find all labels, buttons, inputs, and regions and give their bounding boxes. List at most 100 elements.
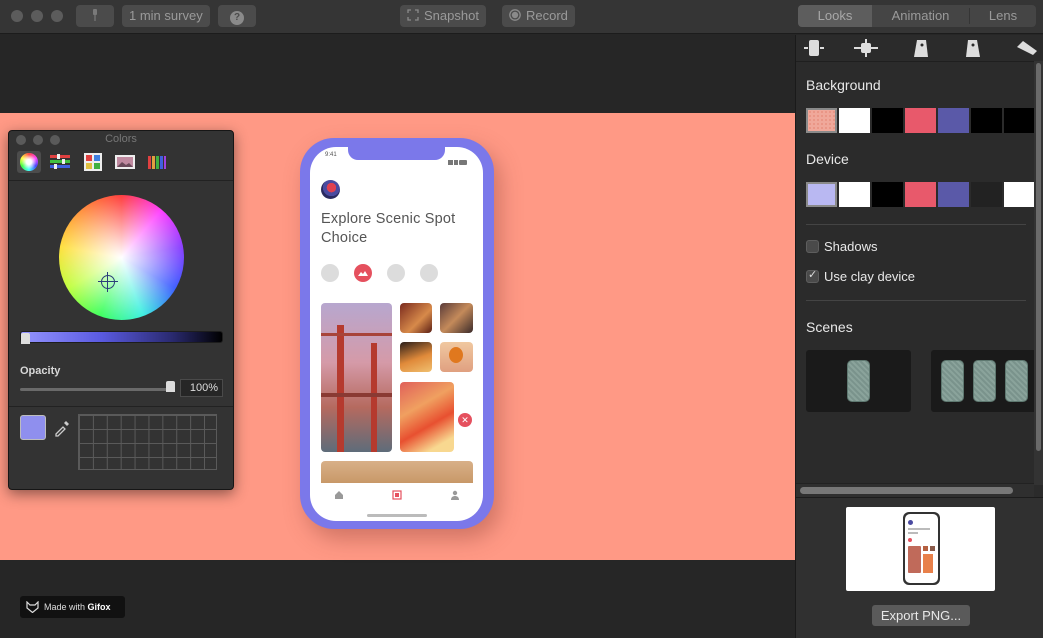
horizontal-scrollbar-thumb[interactable] xyxy=(800,487,1013,494)
vertical-scrollbar[interactable] xyxy=(1034,61,1043,485)
close-icon[interactable]: ✕ xyxy=(458,413,472,427)
icon-tabs-divider xyxy=(796,61,1034,62)
app-title: Explore Scenic Spot Choice xyxy=(321,210,471,248)
background-swatch[interactable] xyxy=(806,108,837,133)
home-indicator xyxy=(367,514,427,517)
clay-device-checkbox[interactable] xyxy=(806,268,819,283)
gallery-icon xyxy=(392,490,402,500)
current-color-swatch[interactable] xyxy=(20,415,46,440)
abstract-photo xyxy=(400,382,454,452)
background-swatch[interactable] xyxy=(905,108,936,133)
panel-divider xyxy=(806,300,1026,301)
export-preview-image xyxy=(846,507,995,591)
app-title-line1: Explore Scenic Spot xyxy=(321,211,456,227)
background-swatch[interactable] xyxy=(872,108,903,133)
app-title-line2: Choice xyxy=(321,230,368,246)
color-wheel-tab[interactable] xyxy=(17,151,41,173)
device-center-icon[interactable] xyxy=(851,37,881,59)
color-wheel-icon xyxy=(20,153,38,171)
background-swatch[interactable] xyxy=(839,108,870,133)
color-palettes-tab[interactable] xyxy=(81,151,105,173)
landscape-icon xyxy=(354,264,372,282)
device-front-icon[interactable] xyxy=(799,37,829,59)
scenes-heading: Scenes xyxy=(806,319,853,335)
eyedropper-icon[interactable] xyxy=(53,419,71,437)
shadows-checkbox[interactable] xyxy=(806,240,819,253)
scene-three-devices[interactable] xyxy=(931,350,1034,412)
color-wheel[interactable] xyxy=(59,195,184,320)
image-palettes-tab[interactable] xyxy=(113,151,137,173)
close-window-button[interactable] xyxy=(11,10,23,22)
phone-notch xyxy=(348,147,445,160)
scene-single-device[interactable] xyxy=(806,350,911,412)
zoom-window-button[interactable] xyxy=(51,10,63,22)
scene-device-thumb xyxy=(973,360,996,402)
snapshot-label: Snapshot xyxy=(424,8,479,23)
device-swatch[interactable] xyxy=(872,182,903,207)
mode-segmented-control: Looks Animation Lens xyxy=(798,5,1036,27)
device-swatch[interactable] xyxy=(905,182,936,207)
crayons-icon xyxy=(148,156,166,169)
color-sliders-icon xyxy=(50,154,70,169)
device-flat-icon[interactable] xyxy=(1011,37,1041,59)
main-toolbar: 1 min survey ? Snapshot Record Looks Ani… xyxy=(0,0,1043,34)
chart-icon xyxy=(387,264,405,282)
made-with-label: Made with xyxy=(44,602,88,612)
color-crosshair[interactable] xyxy=(98,272,118,292)
panel-divider xyxy=(806,224,1026,225)
snapshot-icon xyxy=(407,9,419,21)
opacity-label: Opacity xyxy=(20,365,61,377)
colors-close-button[interactable] xyxy=(16,135,26,145)
record-button[interactable]: Record xyxy=(502,5,575,27)
home-icon xyxy=(335,491,343,499)
canyon-photo xyxy=(400,303,432,333)
device-swatch[interactable] xyxy=(971,182,1002,207)
survey-button[interactable]: 1 min survey xyxy=(122,5,210,27)
background-swatch[interactable] xyxy=(971,108,1002,133)
export-preview-area: Export PNG... xyxy=(796,497,1043,638)
gifox-brand: Gifox xyxy=(87,602,111,612)
device-swatch[interactable] xyxy=(938,182,969,207)
saved-color-swatches[interactable] xyxy=(78,414,217,470)
image-palettes-icon xyxy=(115,155,135,169)
opacity-slider-knob[interactable] xyxy=(166,381,175,392)
snapshot-button[interactable]: Snapshot xyxy=(400,5,486,27)
clay-phone-device: 9:41 Explore Scenic Spot Choice ✕ xyxy=(300,138,494,529)
device-tilt-left-icon[interactable] xyxy=(906,37,936,59)
device-swatch[interactable] xyxy=(839,182,870,207)
horizontal-scrollbar[interactable] xyxy=(796,483,1034,497)
device-tilt-right-icon[interactable] xyxy=(959,37,989,59)
balloon-photo xyxy=(440,342,473,372)
crayons-tab[interactable] xyxy=(145,151,169,173)
colors-zoom-button[interactable] xyxy=(50,135,60,145)
opacity-value-field[interactable]: 100% xyxy=(180,379,223,397)
color-sliders-tab[interactable] xyxy=(48,151,72,173)
brightness-slider-knob[interactable] xyxy=(21,333,30,344)
tab-looks[interactable]: Looks xyxy=(798,5,872,27)
colors-panel-divider xyxy=(9,180,233,181)
clay-device-label: Use clay device xyxy=(824,269,916,284)
device-swatch[interactable] xyxy=(806,182,837,207)
minimize-window-button[interactable] xyxy=(31,10,43,22)
colors-minimize-button[interactable] xyxy=(33,135,43,145)
sunset-photo xyxy=(400,342,432,372)
tab-animation[interactable]: Animation xyxy=(872,5,969,27)
opacity-slider[interactable] xyxy=(20,388,170,391)
help-icon: ? xyxy=(230,11,244,25)
color-palettes-icon xyxy=(84,153,102,171)
help-button[interactable]: ? xyxy=(218,5,256,27)
shadows-label: Shadows xyxy=(824,239,878,254)
pin-button[interactable] xyxy=(76,5,114,27)
street-photo xyxy=(440,303,473,333)
vertical-scrollbar-thumb[interactable] xyxy=(1036,63,1041,451)
golden-gate-photo xyxy=(321,303,392,452)
pin-icon xyxy=(93,9,97,21)
fox-icon xyxy=(26,601,39,613)
background-swatch[interactable] xyxy=(938,108,969,133)
device-swatch[interactable] xyxy=(1004,182,1035,207)
background-swatch[interactable] xyxy=(1004,108,1035,133)
brightness-slider[interactable] xyxy=(20,331,223,343)
export-png-button[interactable]: Export PNG... xyxy=(872,605,970,626)
tab-lens[interactable]: Lens xyxy=(970,5,1036,27)
scene-device-thumb xyxy=(1005,360,1028,402)
